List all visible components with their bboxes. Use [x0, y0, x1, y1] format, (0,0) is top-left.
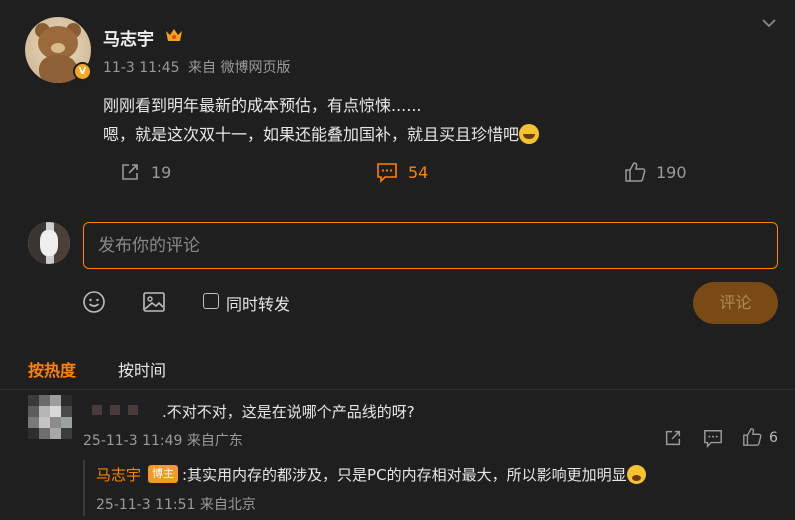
avatar-pixel: [39, 417, 50, 428]
thumbs-up-icon[interactable]: [742, 427, 762, 447]
submit-comment-button[interactable]: 评论: [693, 282, 778, 324]
chevron-down-icon[interactable]: [760, 14, 778, 32]
avatar-pixel: [39, 406, 50, 417]
comment-text: .不对不对，这是在说哪个产品线的呀?: [162, 403, 415, 421]
avatar-pixel: [61, 417, 72, 428]
reply-text-content: :其实用内存的都涉及，只是PC的内存相对最大，所以影响更加明显: [182, 466, 627, 484]
avatar-pixel: [28, 406, 39, 417]
post-source: 来自 微博网页版: [188, 60, 291, 76]
post-meta: 11-3 11:45 来自 微博网页版: [103, 57, 294, 77]
like-button[interactable]: 190: [624, 159, 687, 185]
reply-location: 来自北京: [199, 497, 256, 513]
redaction-block: [92, 405, 102, 415]
avatar-pixel: [61, 406, 72, 417]
post-text-line-2-content: 嗯，就是这次双十一，如果还能叠加国补，就且买且珍惜吧: [103, 125, 520, 144]
share-icon[interactable]: [663, 428, 683, 448]
post-text-line-1: 刚刚看到明年最新的成本预估，有点惊悚......: [103, 96, 422, 115]
avatar-pixel: [50, 428, 61, 439]
commenter-name-redacted[interactable]: [92, 403, 146, 419]
image-icon[interactable]: [142, 291, 166, 313]
repost-label[interactable]: 同时转发: [226, 291, 290, 315]
avatar-pixel: [61, 428, 72, 439]
reply-indent-bar: [83, 460, 85, 516]
author-name[interactable]: 马志宇: [103, 25, 154, 50]
thumbs-up-icon: [625, 162, 646, 182]
repost-checkbox[interactable]: [203, 293, 219, 309]
comment-meta: 25-11-3 11:49 来自广东: [83, 430, 243, 450]
avatar-pixel: [50, 417, 61, 428]
crown-icon: [166, 29, 182, 41]
reply-time: 25-11-3 11:51: [96, 497, 196, 513]
post-time[interactable]: 11-3 11:45: [103, 60, 180, 76]
bear-snout: [51, 43, 65, 53]
comment-location: 来自广东: [186, 433, 243, 449]
divider: [0, 389, 795, 390]
tab-sort-by-time[interactable]: 按时间: [118, 357, 166, 381]
comment-icon: [377, 163, 397, 183]
verified-badge-icon: V: [73, 62, 92, 81]
avatar-pixel: [50, 406, 61, 417]
author-badge: 博主: [148, 465, 178, 483]
tab-sort-by-hot[interactable]: 按热度: [28, 357, 76, 381]
comment-time: 25-11-3 11:49: [83, 433, 183, 449]
comment-input[interactable]: [83, 222, 778, 269]
avatar-pixel: [28, 395, 39, 406]
avatar-pixel: [39, 395, 50, 406]
share-icon: [122, 164, 138, 180]
share-count: 19: [151, 162, 172, 182]
avatar-pixel: [61, 395, 72, 406]
laugh-emoji-icon: [519, 124, 540, 144]
reply-meta: 25-11-3 11:51 来自北京: [96, 494, 256, 514]
redaction-block: [110, 405, 120, 415]
avatar-pixel: [28, 428, 39, 439]
avatar-pixel: [28, 417, 39, 428]
share-button[interactable]: 19: [119, 159, 171, 185]
cat-face: [40, 230, 58, 256]
avatar-pixel: [39, 428, 50, 439]
avatar-pixel: [50, 395, 61, 406]
redaction-block: [128, 405, 138, 415]
commenter-avatar[interactable]: [28, 395, 72, 439]
reply-text: :其实用内存的都涉及，只是PC的内存相对最大，所以影响更加明显: [182, 464, 646, 485]
post-text-line-2: 嗯，就是这次双十一，如果还能叠加国补，就且买且珍惜吧: [103, 121, 540, 145]
comment-count: 54: [408, 162, 429, 182]
comment-button[interactable]: 54: [376, 159, 428, 185]
crying-emoji-icon: [626, 465, 646, 484]
reply-author-name[interactable]: 马志宇: [96, 464, 141, 485]
current-user-avatar[interactable]: [28, 222, 70, 264]
bear-body: [39, 55, 77, 83]
comment-like-count: 6: [769, 430, 778, 446]
comment-icon[interactable]: [703, 428, 723, 448]
emoji-icon[interactable]: [82, 290, 106, 314]
like-count: 190: [656, 162, 687, 182]
